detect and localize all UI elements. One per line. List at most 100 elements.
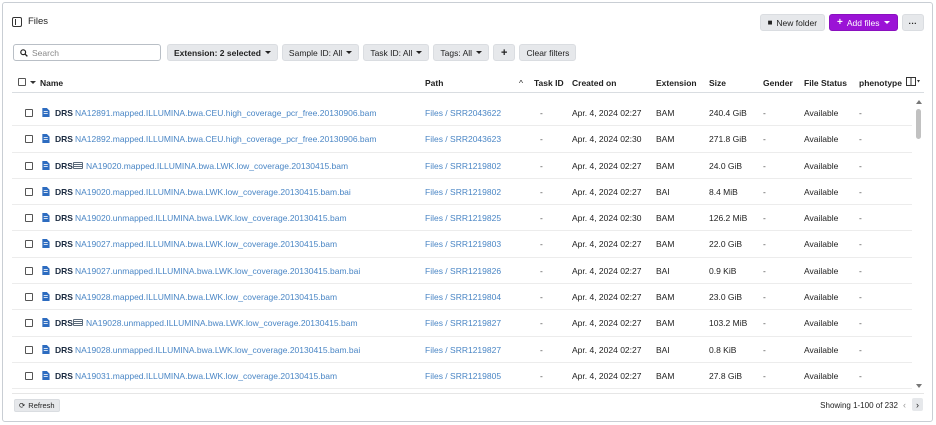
file-path-link[interactable]: Files / SRR1219803 (425, 239, 501, 249)
row-checkbox[interactable] (25, 293, 33, 302)
file-path-link[interactable]: Files / SRR1219802 (425, 161, 501, 171)
size-cell: 0.9 KiB (709, 265, 737, 276)
row-checkbox[interactable] (25, 371, 33, 380)
column-extension[interactable]: Extension (656, 78, 697, 88)
file-name-link[interactable]: NA12891.mapped.ILLUMINA.bwa.CEU.high_cov… (75, 108, 376, 118)
file-name-link[interactable]: NA12892.mapped.ILLUMINA.bwa.CEU.high_cov… (75, 134, 376, 144)
extension-cell: BAM (656, 239, 675, 250)
file-name-link[interactable]: NA19020.mapped.ILLUMINA.bwa.LWK.low_cove… (75, 187, 351, 197)
row-checkbox[interactable] (25, 214, 33, 223)
sample-id-filter[interactable]: Sample ID: All (281, 44, 360, 61)
file-path-link[interactable]: Files / SRR1219827 (425, 345, 501, 355)
created-on-cell: Apr. 4, 2024 02:30 (572, 213, 642, 224)
scroll-down-arrow-icon[interactable] (916, 384, 922, 388)
gender-cell: - (763, 213, 766, 224)
file-name-link[interactable]: NA19031.mapped.ILLUMINA.bwa.LWK.low_cove… (75, 371, 337, 381)
previous-page-button[interactable]: ‹ (899, 398, 910, 411)
table-row[interactable]: DRS NA19027.mapped.ILLUMINA.bwa.LWK.low_c… (12, 231, 912, 258)
file-path-link[interactable]: Files / SRR1219827 (425, 318, 501, 328)
row-checkbox[interactable] (25, 240, 33, 249)
column-path[interactable]: Path (425, 78, 443, 88)
row-checkbox[interactable] (25, 319, 33, 328)
search-input[interactable] (32, 47, 152, 58)
created-on-cell: Apr. 4, 2024 02:27 (572, 292, 642, 303)
table-row[interactable]: DRS NA12892.mapped.ILLUMINA.bwa.CEU.high_… (12, 126, 912, 153)
row-checkbox[interactable] (25, 161, 33, 170)
select-menu-chevron-icon[interactable] (30, 81, 36, 84)
file-name-link[interactable]: NA19027.mapped.ILLUMINA.bwa.LWK.low_cove… (75, 239, 337, 249)
search-field[interactable] (13, 44, 161, 61)
size-cell: 22.0 GiB (709, 239, 743, 250)
more-options-button[interactable]: ··· (901, 14, 924, 31)
scrollbar-thumb[interactable] (916, 109, 921, 139)
file-path-link[interactable]: Files / SRR2043622 (425, 108, 501, 118)
column-name[interactable]: Name (40, 78, 63, 88)
tags-filter[interactable]: Tags: All (433, 44, 490, 61)
size-cell: 271.8 GiB (709, 134, 747, 145)
file-path-link[interactable]: Files / SRR2043623 (425, 134, 501, 144)
file-name-link[interactable]: NA19020.mapped.ILLUMINA.bwa.LWK.low_cove… (86, 161, 348, 171)
refresh-icon: ⟳ (19, 401, 26, 410)
table-row[interactable]: DRS NA19027.unmapped.ILLUMINA.bwa.LWK.low… (12, 258, 912, 285)
clear-filters-button[interactable]: Clear filters (519, 44, 577, 61)
extension-filter[interactable]: Extension: 2 selected (167, 44, 278, 61)
add-files-button[interactable]: + Add files (829, 14, 898, 31)
drs-badge: DRS (55, 160, 73, 171)
column-phenotype[interactable]: phenotype (859, 78, 902, 88)
task-id-filter[interactable]: Task ID: All (363, 44, 430, 61)
file-name-link[interactable]: NA19028.mapped.ILLUMINA.bwa.LWK.low_cove… (75, 292, 337, 302)
column-file-status[interactable]: File Status (804, 78, 847, 88)
file-name-link[interactable]: NA19028.unmapped.ILLUMINA.bwa.LWK.low_co… (75, 345, 360, 355)
vertical-scrollbar[interactable] (915, 100, 922, 388)
folder-icon: ■ (767, 18, 773, 27)
row-checkbox[interactable] (25, 109, 33, 117)
file-status-cell: Available (804, 265, 839, 276)
table-row[interactable]: DRS NA19031.mapped.ILLUMINA.bwa.LWK.low_c… (12, 363, 912, 390)
refresh-button[interactable]: ⟳ Refresh (14, 399, 60, 412)
size-cell: 0.8 KiB (709, 344, 737, 355)
row-checkbox[interactable] (25, 266, 33, 275)
new-folder-button[interactable]: ■ New folder (759, 14, 826, 31)
table-row[interactable]: DRS NA19020.mapped.ILLUMINA.bwa.LWK.low_c… (12, 179, 912, 206)
gender-cell: - (763, 134, 766, 145)
file-path-link[interactable]: Files / SRR1219825 (425, 213, 501, 223)
file-name-link[interactable]: NA19027.unmapped.ILLUMINA.bwa.LWK.low_co… (75, 266, 360, 276)
file-name-link[interactable]: NA19028.unmapped.ILLUMINA.bwa.LWK.low_co… (86, 318, 358, 328)
row-checkbox[interactable] (25, 345, 33, 354)
next-page-button[interactable]: › (912, 398, 923, 411)
file-name-link[interactable]: NA19020.unmapped.ILLUMINA.bwa.LWK.low_co… (75, 213, 347, 223)
table-row[interactable]: DRS NA12891.mapped.ILLUMINA.bwa.CEU.high_… (12, 100, 912, 127)
file-icon (42, 108, 50, 117)
file-path-link[interactable]: Files / SRR1219802 (425, 187, 501, 197)
row-checkbox[interactable] (25, 135, 33, 144)
table-row[interactable]: DRS NA19028.unmapped.ILLUMINA.bwa.LWK.low… (12, 337, 912, 363)
table-row[interactable]: DRS NA19028.unmapped.ILLUMINA.bwa.LWK.low… (12, 310, 912, 337)
column-gender[interactable]: Gender (763, 78, 793, 88)
column-created-on[interactable]: Created on (572, 78, 616, 88)
sample-id-filter-label: Sample ID: All (288, 47, 343, 58)
sort-ascending-icon[interactable]: ^ (519, 78, 523, 88)
task-id-cell: - (540, 370, 543, 381)
column-size[interactable]: Size (709, 78, 726, 88)
file-path-link[interactable]: Files / SRR1219804 (425, 292, 501, 302)
file-path-link[interactable]: Files / SRR1219826 (425, 266, 501, 276)
phenotype-cell: - (859, 160, 862, 171)
row-checkbox[interactable] (25, 187, 33, 196)
task-id-cell: - (540, 134, 543, 145)
column-task-id[interactable]: Task ID (534, 78, 564, 88)
table-row[interactable]: DRS NA19020.unmapped.ILLUMINA.bwa.LWK.low… (12, 205, 912, 232)
scroll-up-arrow-icon[interactable] (916, 100, 922, 104)
more-icon: ··· (908, 17, 918, 28)
table-row[interactable]: DRS NA19028.mapped.ILLUMINA.bwa.LWK.low_c… (12, 284, 912, 311)
select-all-checkbox[interactable] (18, 78, 26, 88)
sidebar-panel-icon[interactable] (12, 16, 22, 27)
file-path-link[interactable]: Files / SRR1219805 (425, 371, 501, 381)
add-filter-button[interactable]: + (493, 44, 516, 61)
page-title: Files (28, 16, 49, 27)
refresh-label: Refresh (28, 401, 55, 410)
table-row[interactable]: DRS NA19020.mapped.ILLUMINA.bwa.LWK.low_c… (12, 153, 912, 179)
column-settings-icon[interactable] (906, 77, 922, 89)
file-status-cell: Available (804, 239, 839, 250)
phenotype-cell: - (859, 108, 862, 118)
file-icon (42, 265, 50, 275)
